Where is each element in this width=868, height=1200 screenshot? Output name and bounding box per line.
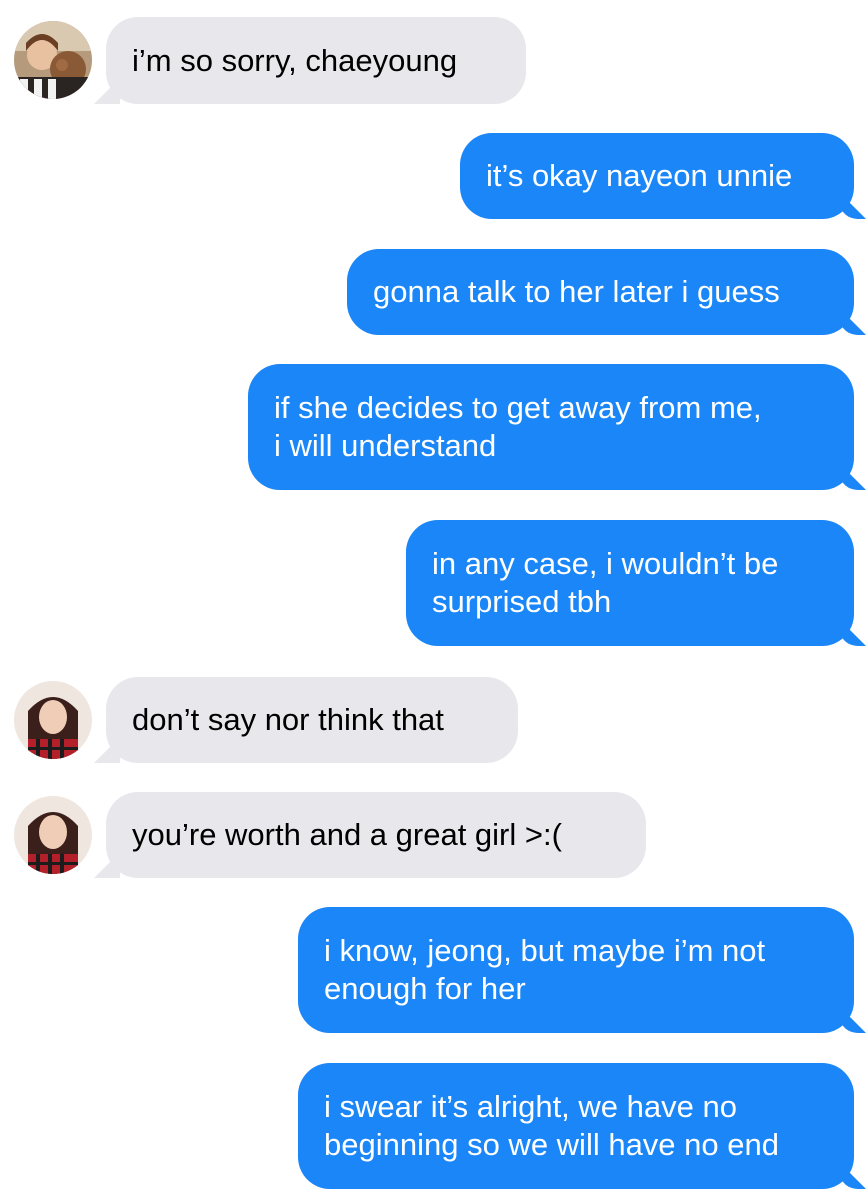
message-text: it’s okay nayeon unnie <box>486 158 793 193</box>
message-bubble-sent[interactable]: i swear it’s alright, we have no beginni… <box>298 1063 854 1189</box>
message-bubble-received[interactable]: you’re worth and a great girl >:( <box>106 792 646 878</box>
message-bubble-sent[interactable]: in any case, i wouldn’t be surprised tbh <box>406 520 854 646</box>
contact-avatar[interactable] <box>14 796 92 874</box>
message-thread: i’m so sorry, chaeyoung it’s okay nayeon… <box>0 0 868 1200</box>
message-text: gonna talk to her later i guess <box>373 274 780 309</box>
contact-avatar[interactable] <box>14 21 92 99</box>
message-bubble-received[interactable]: don’t say nor think that <box>106 677 518 763</box>
message-bubble-sent[interactable]: i know, jeong, but maybe i’m not enough … <box>298 907 854 1033</box>
message-text: you’re worth and a great girl >:( <box>132 817 562 852</box>
message-bubble-sent[interactable]: gonna talk to her later i guess <box>347 249 854 335</box>
contact-avatar[interactable] <box>14 681 92 759</box>
message-bubble-sent[interactable]: if she decides to get away from me, i wi… <box>248 364 854 490</box>
message-text: don’t say nor think that <box>132 702 444 737</box>
message-text: in any case, i wouldn’t be surprised tbh <box>432 546 779 619</box>
message-text: i’m so sorry, chaeyoung <box>132 42 458 78</box>
message-bubble-received[interactable]: i’m so sorry, chaeyoung <box>106 17 526 104</box>
message-text: i swear it’s alright, we have no beginni… <box>324 1089 779 1162</box>
message-bubble-sent[interactable]: it’s okay nayeon unnie <box>460 133 854 219</box>
message-text: if she decides to get away from me, i wi… <box>274 390 762 463</box>
message-text: i know, jeong, but maybe i’m not enough … <box>324 933 766 1006</box>
